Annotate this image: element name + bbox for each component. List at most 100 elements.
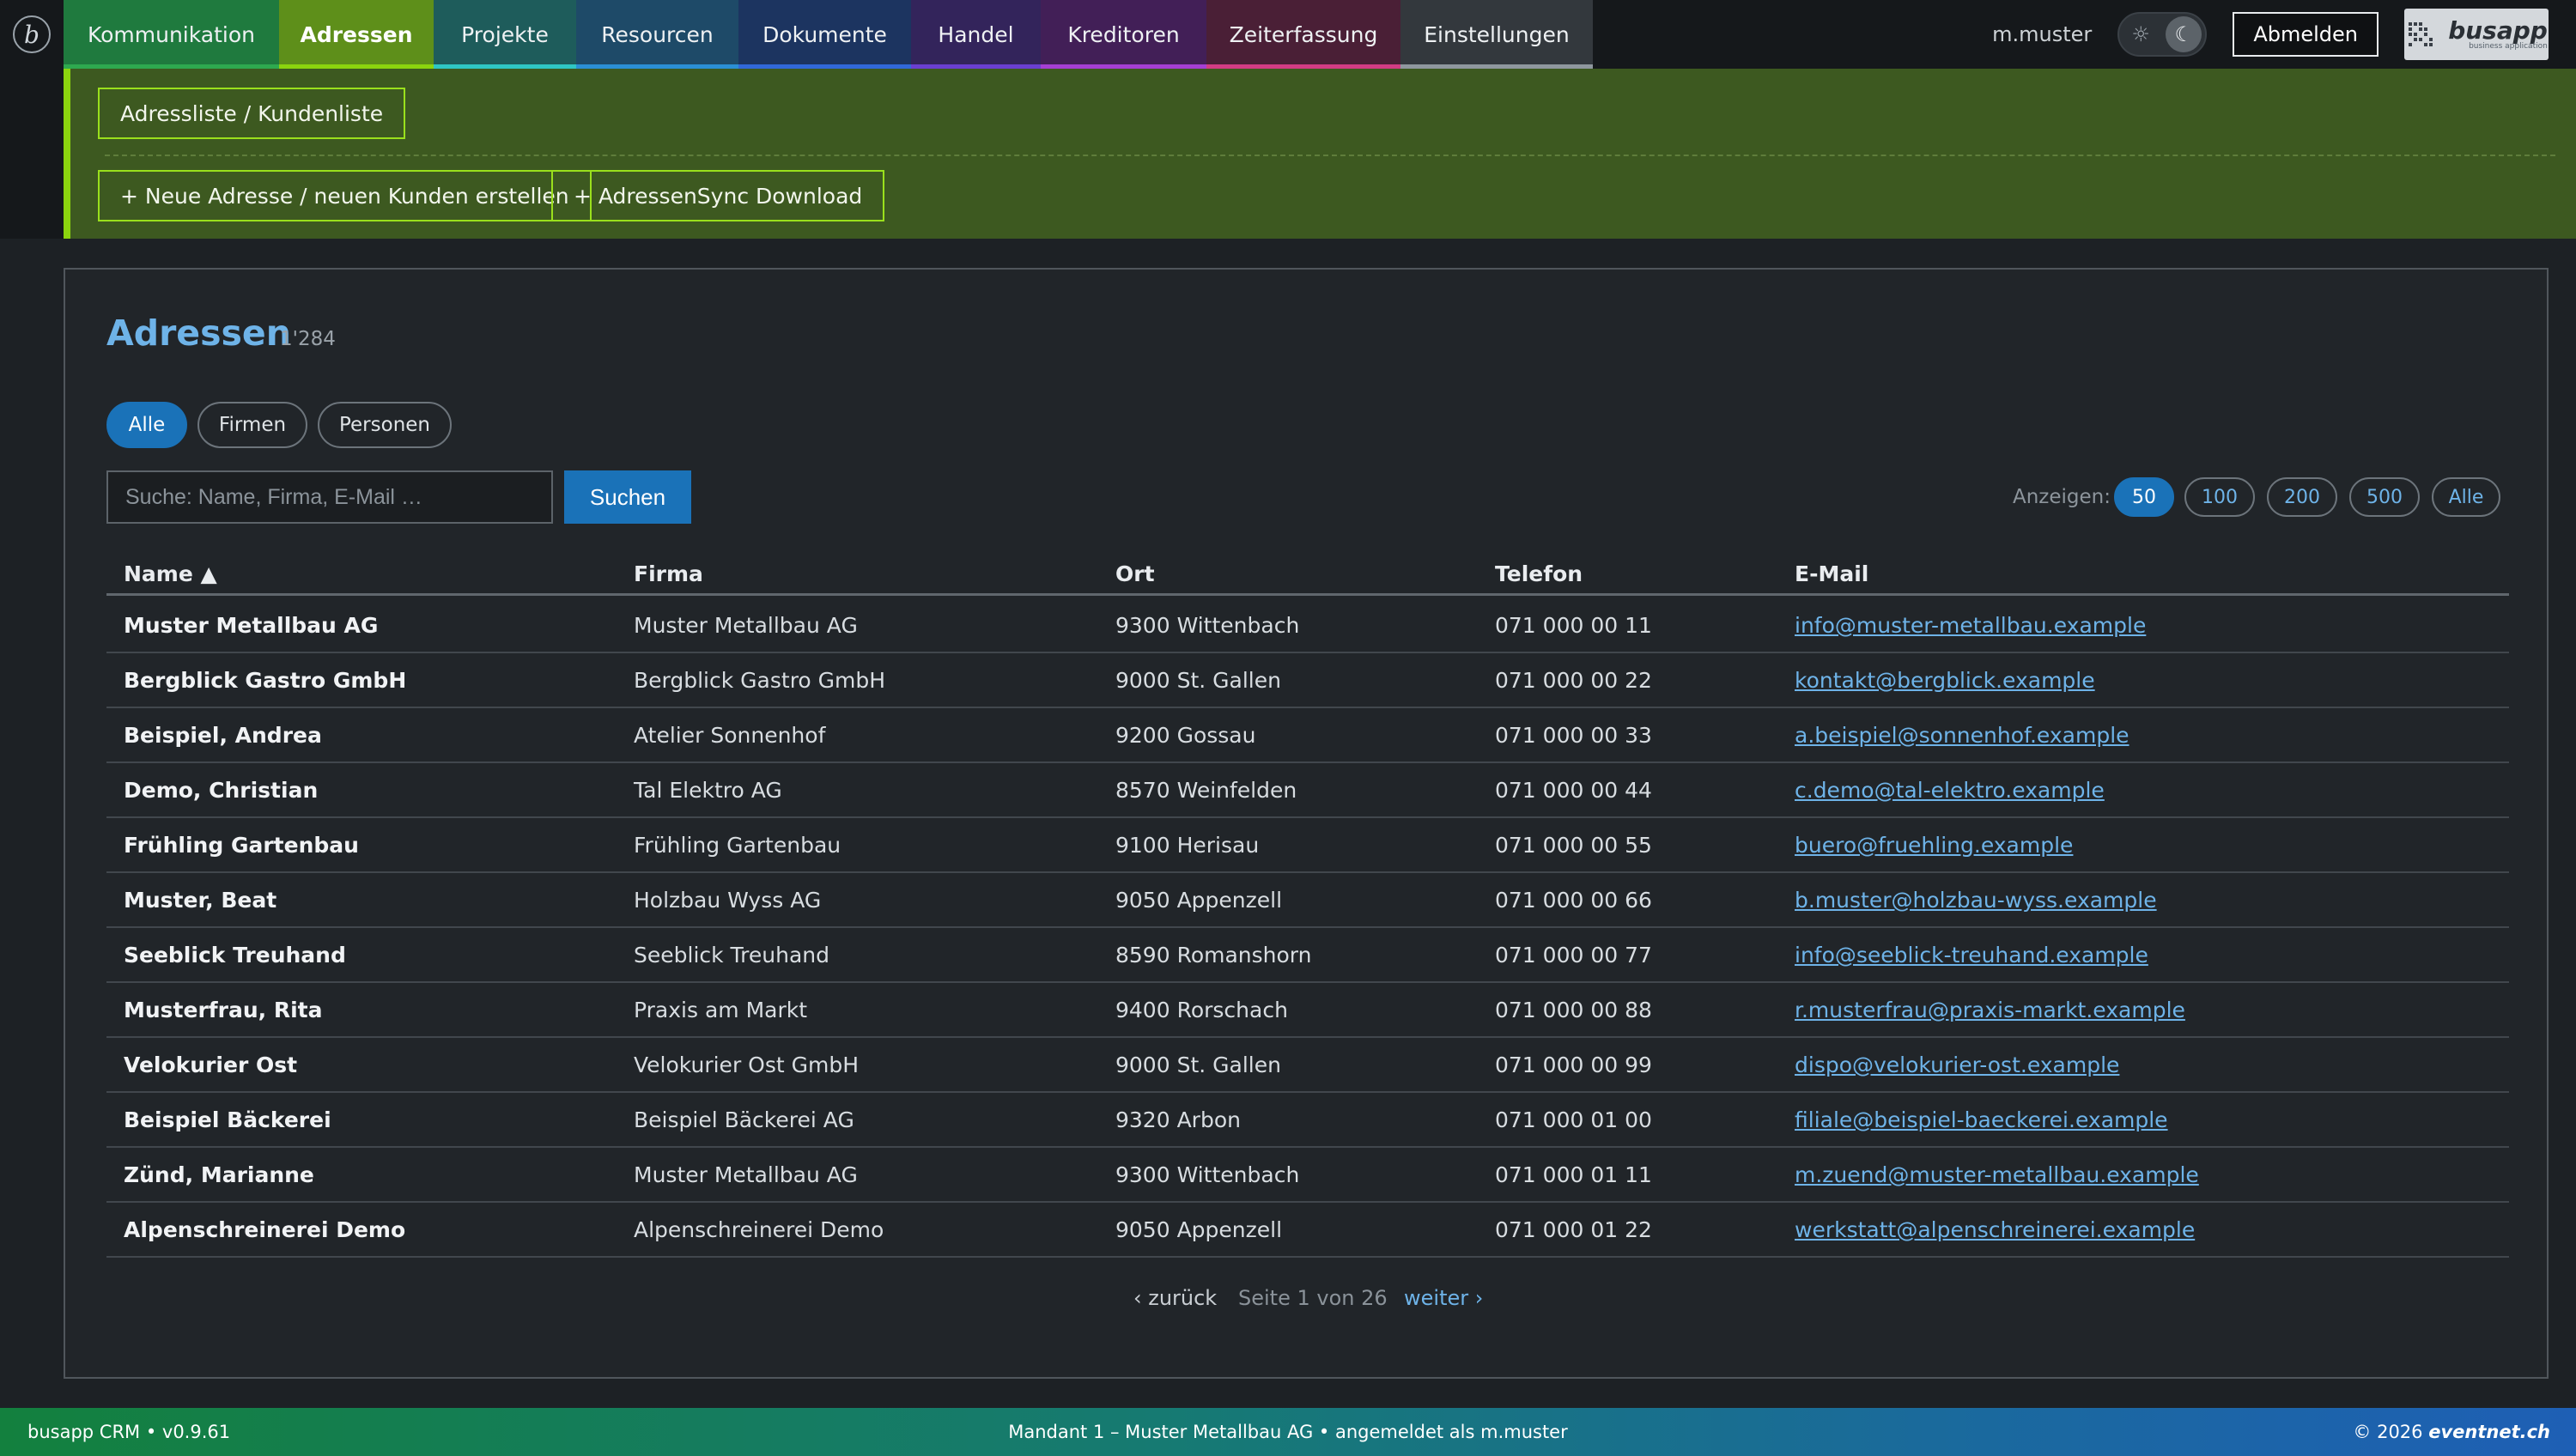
- page-size-500[interactable]: 500: [2349, 477, 2420, 517]
- brand-mark-icon: [2409, 22, 2433, 46]
- email-link[interactable]: buero@fruehling.example: [1795, 833, 2073, 858]
- nav-tab-kreditoren[interactable]: Kreditoren: [1041, 0, 1206, 69]
- nav-tab-label: Zeiterfassung: [1229, 21, 1378, 47]
- cell-ort: 9050 Appenzell: [1115, 888, 1283, 913]
- email-link[interactable]: b.muster@holzbau-wyss.example: [1795, 888, 2157, 913]
- cell-ort: 9200 Gossau: [1115, 723, 1256, 748]
- table-row[interactable]: Alpenschreinerei Demo Alpenschreinerei De…: [106, 1203, 2509, 1258]
- column-header-name[interactable]: Name ▲: [124, 561, 217, 586]
- cell-telefon: 071 000 01 00: [1495, 1107, 1652, 1132]
- moon-icon[interactable]: ☾: [2166, 16, 2202, 52]
- divider: [105, 155, 2555, 156]
- table-row[interactable]: Frühling Gartenbau Frühling Gartenbau 9100…: [106, 818, 2509, 873]
- column-header-ort[interactable]: Ort: [1115, 561, 1155, 586]
- page-size-alle[interactable]: Alle: [2432, 477, 2500, 517]
- email-link[interactable]: r.musterfrau@praxis-markt.example: [1795, 998, 2185, 1022]
- nav-tab-einstellungen[interactable]: Einstellungen: [1400, 0, 1593, 69]
- cell-ort: 9100 Herisau: [1115, 833, 1260, 858]
- page-size-200[interactable]: 200: [2267, 477, 2337, 517]
- filter-personen[interactable]: Personen: [318, 402, 452, 448]
- cell-ort: 9400 Rorschach: [1115, 998, 1288, 1022]
- record-count: 1'284: [280, 328, 336, 350]
- pagination-next[interactable]: weiter ›: [1404, 1286, 1483, 1310]
- nav-tab-label: Kreditoren: [1067, 21, 1180, 47]
- cell-firma: Muster Metallbau AG: [634, 1162, 858, 1187]
- logout-button[interactable]: Abmelden: [2233, 12, 2379, 57]
- brand-name: busapp: [2448, 15, 2548, 45]
- cell-telefon: 071 000 00 33: [1495, 723, 1652, 748]
- email-link[interactable]: filiale@beispiel-baeckerei.example: [1795, 1107, 2168, 1132]
- cell-telefon: 071 000 00 44: [1495, 778, 1652, 803]
- filter-alle[interactable]: Alle: [106, 402, 187, 448]
- search-button[interactable]: Suchen: [564, 470, 691, 524]
- brand-logo[interactable]: busapp business application: [2404, 9, 2549, 60]
- cell-ort: 9320 Arbon: [1115, 1107, 1241, 1132]
- cell-name: Seeblick Treuhand: [124, 943, 346, 968]
- cell-name: Demo, Christian: [124, 778, 319, 803]
- nav-tab-handel[interactable]: Handel: [911, 0, 1041, 69]
- cell-name: Muster Metallbau AG: [124, 613, 379, 638]
- footer-status: Mandant 1 – Muster Metallbau AG • angeme…: [1008, 1422, 1568, 1442]
- search-input[interactable]: [106, 470, 553, 524]
- nav-tab-resourcen[interactable]: Resourcen: [576, 0, 738, 69]
- nav-tab-label: Adressen: [300, 21, 413, 47]
- main-menu: Kommunikation Adressen Projekte Resourcen Do…: [64, 0, 1593, 69]
- table-row[interactable]: Muster Metallbau AG Muster Metallbau AG 93…: [106, 598, 2509, 653]
- cell-firma: Tal Elektro AG: [634, 778, 782, 803]
- footer: busapp CRM • v0.9.61 Mandant 1 – Muster …: [0, 1408, 2576, 1456]
- new-address-button[interactable]: + Neue Adresse / neuen Kunden erstellen: [98, 170, 592, 221]
- user-area: m.muster ☼ ☾ Abmelden busapp business ap…: [1992, 0, 2576, 69]
- email-link[interactable]: info@muster-metallbau.example: [1795, 613, 2146, 638]
- cell-ort: 8570 Weinfelden: [1115, 778, 1297, 803]
- page-size-100[interactable]: 100: [2184, 477, 2255, 517]
- nav-tab-dokumente[interactable]: Dokumente: [738, 0, 911, 69]
- column-header-firma[interactable]: Firma: [634, 561, 703, 586]
- table-row[interactable]: Velokurier Ost Velokurier Ost GmbH 9000 St…: [106, 1038, 2509, 1093]
- cell-firma: Frühling Gartenbau: [634, 833, 841, 858]
- cell-telefon: 071 000 00 11: [1495, 613, 1652, 638]
- address-sync-download-button[interactable]: + AdressenSync Download: [551, 170, 885, 221]
- cell-name: Bergblick Gastro GmbH: [124, 668, 407, 693]
- nav-tab-kommunikation[interactable]: Kommunikation: [64, 0, 279, 69]
- cell-firma: Muster Metallbau AG: [634, 613, 858, 638]
- email-link[interactable]: c.demo@tal-elektro.example: [1795, 778, 2105, 803]
- email-link[interactable]: m.zuend@muster-metallbau.example: [1795, 1162, 2199, 1187]
- table-row[interactable]: Demo, Christian Tal Elektro AG 8570 Weinfe…: [106, 763, 2509, 818]
- column-header-email[interactable]: E-Mail: [1795, 561, 1868, 586]
- cell-ort: 9050 Appenzell: [1115, 1217, 1283, 1242]
- cell-name: Zünd, Marianne: [124, 1162, 314, 1187]
- column-header-telefon[interactable]: Telefon: [1495, 561, 1583, 586]
- footer-brand-link[interactable]: eventnet.ch: [2428, 1422, 2550, 1442]
- table-header: Name ▲ Firma Ort Telefon E-Mail: [106, 553, 2509, 596]
- table-row[interactable]: Musterfrau, Rita Praxis am Markt 9400 Rors…: [106, 983, 2509, 1038]
- email-link[interactable]: dispo@velokurier-ost.example: [1795, 1053, 2119, 1077]
- email-link[interactable]: werkstatt@alpenschreinerei.example: [1795, 1217, 2195, 1242]
- nav-tab-projekte[interactable]: Projekte: [434, 0, 576, 69]
- email-link[interactable]: a.beispiel@sonnenhof.example: [1795, 723, 2129, 748]
- app-logo[interactable]: b: [0, 0, 64, 69]
- table-row[interactable]: Zünd, Marianne Muster Metallbau AG 9300 Wi…: [106, 1148, 2509, 1203]
- table-row[interactable]: Beispiel Bäckerei Beispiel Bäckerei AG 932…: [106, 1093, 2509, 1148]
- theme-toggle[interactable]: ☼ ☾: [2117, 12, 2208, 57]
- footer-copyright-year: © 2026: [2353, 1422, 2423, 1442]
- cell-firma: Seeblick Treuhand: [634, 943, 829, 968]
- filter-firmen[interactable]: Firmen: [197, 402, 307, 448]
- table-row[interactable]: Beispiel, Andrea Atelier Sonnenhof 9200 Go…: [106, 708, 2509, 763]
- address-card: Adressen 1'284 AlleFirmenPersonen Suchen…: [64, 268, 2549, 1379]
- logo-b-icon: b: [13, 15, 51, 53]
- nav-tab-adressen[interactable]: Adressen: [279, 0, 434, 69]
- page-size-50[interactable]: 50: [2114, 477, 2174, 517]
- cell-firma: Holzbau Wyss AG: [634, 888, 822, 913]
- table-row[interactable]: Seeblick Treuhand Seeblick Treuhand 8590 R…: [106, 928, 2509, 983]
- email-link[interactable]: info@seeblick-treuhand.example: [1795, 943, 2148, 968]
- sun-icon[interactable]: ☼: [2131, 22, 2150, 46]
- email-link[interactable]: kontakt@bergblick.example: [1795, 668, 2095, 693]
- table-row[interactable]: Muster, Beat Holzbau Wyss AG 9050 Appenzel…: [106, 873, 2509, 928]
- pagination-prev[interactable]: ‹ zurück: [1133, 1286, 1217, 1310]
- cell-name: Velokurier Ost: [124, 1053, 298, 1077]
- address-list-button[interactable]: Adressliste / Kundenliste: [98, 88, 406, 139]
- page-title: Adressen: [106, 312, 291, 354]
- nav-tab-zeiterfassung[interactable]: Zeiterfassung: [1206, 0, 1400, 69]
- table-row[interactable]: Bergblick Gastro GmbH Bergblick Gastro Gm…: [106, 653, 2509, 708]
- page-size-label: Anzeigen:: [2013, 486, 2111, 508]
